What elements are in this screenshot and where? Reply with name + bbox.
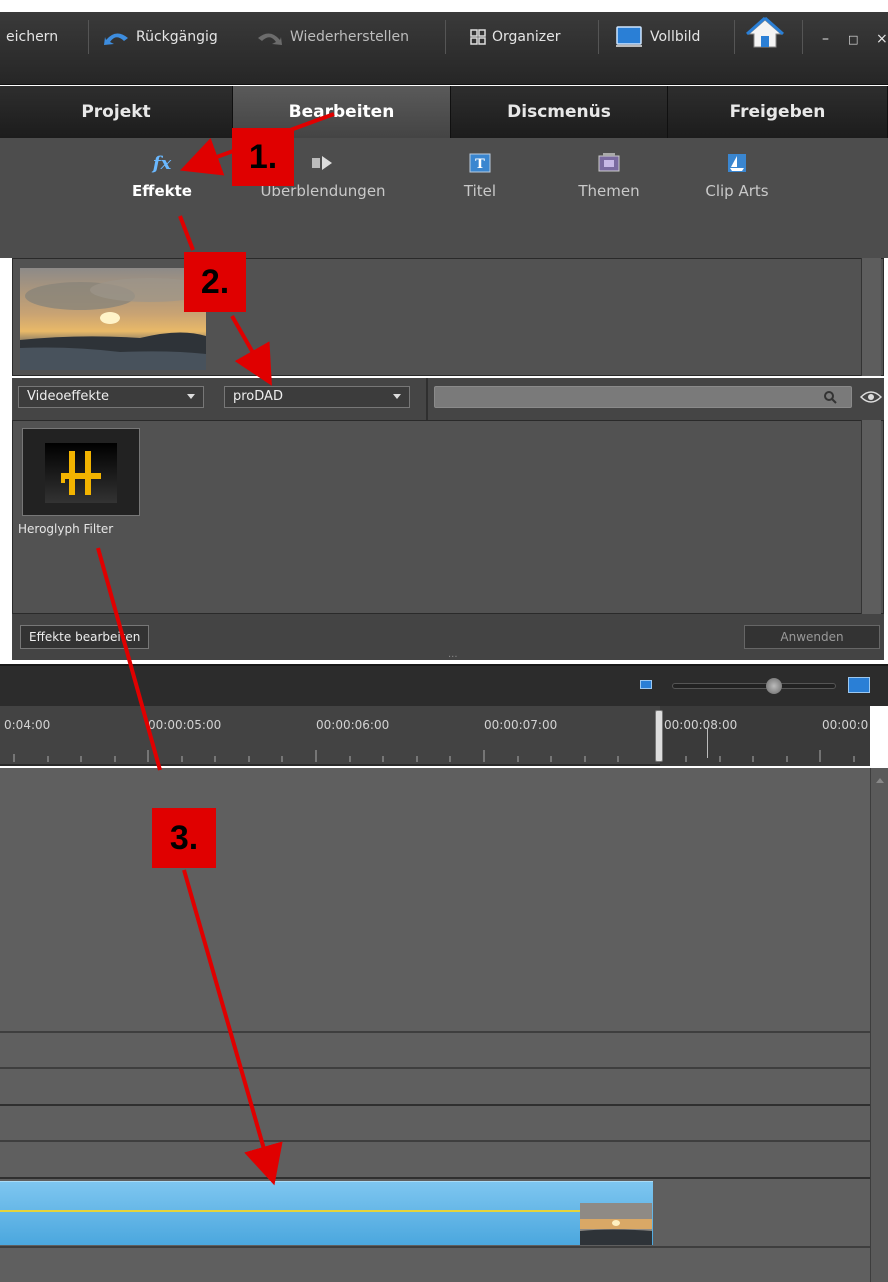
step-1-badge: 1.: [232, 128, 294, 186]
step-2-badge: 2.: [184, 252, 246, 312]
step-3-badge: 3.: [152, 808, 216, 868]
annotation-arrows: [96, 112, 335, 1186]
